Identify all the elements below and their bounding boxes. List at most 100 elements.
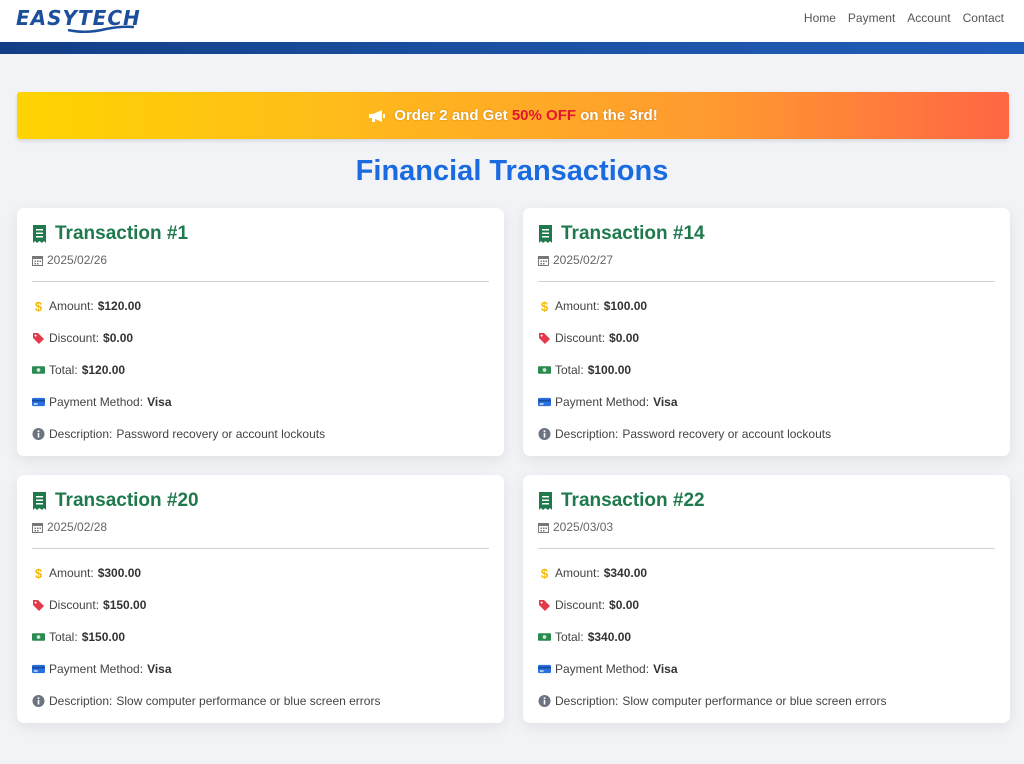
header-accent-bar [0,42,1024,54]
discount-value: $150.00 [103,598,147,612]
discount-label: Discount: [49,331,100,345]
calendar-icon [538,522,549,533]
card-divider [32,281,489,282]
description-value: Slow computer performance or blue screen… [116,694,381,708]
transaction-date: 2025/03/03 [553,520,614,534]
info-circle-icon [538,695,551,707]
amount-label: Amount: [49,299,94,313]
promo-highlight: 50% OFF [511,107,577,124]
receipt-icon [539,225,552,243]
credit-card-icon [538,664,551,674]
tag-icon [33,333,44,344]
transaction-date: 2025/02/26 [47,253,108,267]
total-label: Total: [555,363,584,377]
tag-icon [539,333,550,344]
credit-card-icon [32,397,45,407]
transaction-card: Transaction #14 2025/02/27 $ Amount: $100.… [523,208,1010,456]
receipt-icon [33,225,46,243]
discount-value: $0.00 [609,331,640,345]
dollar-icon: $ [540,298,549,314]
discount-label: Discount: [555,331,606,345]
receipt-icon [33,492,46,510]
discount-value: $0.00 [103,331,134,345]
payment-method-value: Visa [653,395,678,409]
transaction-card: Transaction #1 2025/02/26 $ Amount: $120.0… [17,208,504,456]
calendar-icon [32,255,43,266]
amount-value: $100.00 [603,299,648,313]
total-label: Total: [49,630,78,644]
transaction-card: Transaction #22 2025/03/03 $ Amount: $340.… [523,475,1010,723]
total-value: $120.00 [81,363,126,377]
logo-swoosh-icon [67,25,135,33]
promo-banner[interactable]: Order 2 and Get 50% OFF on the 3rd! [17,92,1009,139]
dollar-icon: $ [540,565,549,581]
discount-label: Discount: [555,598,606,612]
payment-method-value: Visa [653,662,678,676]
money-bill-icon [32,366,45,374]
info-circle-icon [32,428,45,440]
calendar-icon [32,522,43,533]
description-label: Description: [49,694,113,708]
promo-text: Order 2 and Get 50% OFF on the 3rd! [394,107,657,124]
total-value: $340.00 [587,630,632,644]
discount-label: Discount: [49,598,100,612]
transaction-date: 2025/02/28 [47,520,108,534]
amount-label: Amount: [555,566,600,580]
description-value: Password recovery or account lockouts [622,427,832,441]
money-bill-icon [538,366,551,374]
top-navbar: EASYTECH Home Payment Account Contact [0,0,1024,42]
description-label: Description: [555,694,619,708]
total-label: Total: [555,630,584,644]
card-divider [538,281,995,282]
amount-value: $340.00 [603,566,648,580]
total-label: Total: [49,363,78,377]
brand-logo[interactable]: EASYTECH [16,2,141,34]
receipt-icon [539,492,552,510]
transaction-card: Transaction #20 2025/02/28 $ Amount: $300.… [17,475,504,723]
page-title: Financial Transactions [355,155,669,187]
description-value: Slow computer performance or blue screen… [622,694,887,708]
credit-card-icon [32,664,45,674]
dollar-icon: $ [34,298,43,314]
card-divider [538,548,995,549]
payment-method-label: Payment Method: [49,395,144,409]
amount-label: Amount: [555,299,600,313]
transaction-title: Transaction #20 [55,490,199,511]
credit-card-icon [538,397,551,407]
payment-method-label: Payment Method: [555,662,650,676]
total-value: $150.00 [81,630,126,644]
payment-method-label: Payment Method: [49,662,144,676]
description-label: Description: [555,427,619,441]
promo-suffix: on the 3rd! [576,107,658,124]
payment-method-value: Visa [147,395,172,409]
nav-payment[interactable]: Payment [848,11,895,25]
nav-home[interactable]: Home [804,11,836,25]
megaphone-icon [369,109,386,122]
card-divider [32,548,489,549]
description-value: Password recovery or account lockouts [116,427,326,441]
nav-contact[interactable]: Contact [963,11,1004,25]
nav-account[interactable]: Account [907,11,950,25]
transaction-title: Transaction #1 [55,223,189,244]
info-circle-icon [538,428,551,440]
payment-method-label: Payment Method: [555,395,650,409]
amount-value: $120.00 [97,299,142,313]
amount-value: $300.00 [97,566,142,580]
transaction-title: Transaction #22 [561,490,705,511]
money-bill-icon [538,633,551,641]
total-value: $100.00 [587,363,632,377]
amount-label: Amount: [49,566,94,580]
tag-icon [33,600,44,611]
description-label: Description: [49,427,113,441]
transaction-title: Transaction #14 [561,223,705,244]
calendar-icon [538,255,549,266]
dollar-icon: $ [34,565,43,581]
tag-icon [539,600,550,611]
transaction-date: 2025/02/27 [553,253,614,267]
info-circle-icon [32,695,45,707]
promo-prefix: Order 2 and Get [394,107,512,124]
main-nav: Home Payment Account Contact [804,11,1004,25]
payment-method-value: Visa [147,662,172,676]
discount-value: $0.00 [609,598,640,612]
money-bill-icon [32,633,45,641]
